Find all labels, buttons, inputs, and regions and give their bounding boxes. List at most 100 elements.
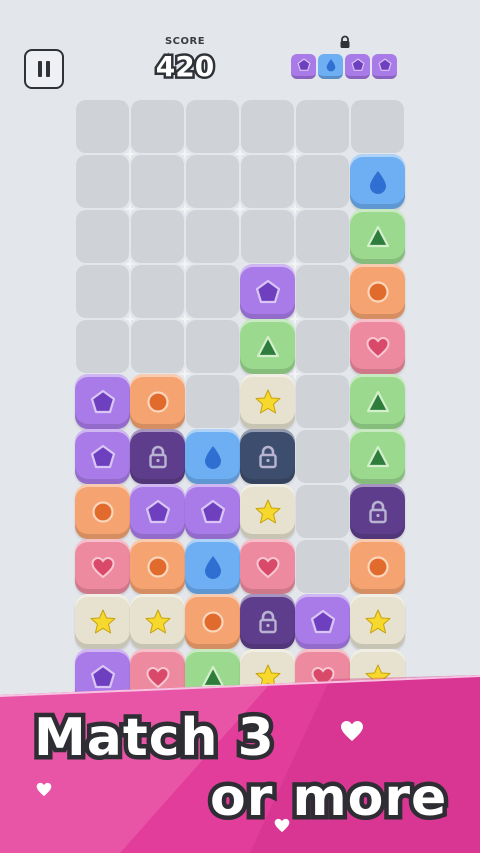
board-cell [186, 155, 239, 208]
tile-orange-circle[interactable] [350, 264, 405, 319]
tile-purple-lock[interactable] [240, 594, 295, 649]
sparkle-icon [178, 147, 192, 161]
tile-orange-circle[interactable] [350, 539, 405, 594]
board-cell [76, 320, 129, 373]
board-cell [241, 210, 294, 263]
board-cell [241, 155, 294, 208]
tile-orange-circle[interactable] [75, 484, 130, 539]
pause-icon [38, 61, 50, 77]
star-icon [255, 499, 280, 523]
triangle-icon [366, 225, 389, 247]
sparkle-icon [123, 257, 137, 271]
next-piece-purple-pentagon [345, 54, 370, 79]
board-cell [131, 210, 184, 263]
tile-purple-pentagon[interactable] [75, 429, 130, 484]
sparkle-icon [123, 312, 137, 326]
heart-decoration-icon [341, 721, 363, 741]
board-cell [76, 100, 129, 153]
heart-decoration-icon [36, 782, 52, 797]
star-icon [145, 609, 170, 633]
sparkle-icon [178, 202, 192, 216]
tile-purple-pentagon[interactable] [130, 484, 185, 539]
heart-icon [255, 556, 280, 578]
tile-orange-circle[interactable] [130, 374, 185, 429]
board-cell [131, 155, 184, 208]
sparkle-icon [123, 202, 137, 216]
pentagon-icon [90, 389, 115, 413]
tile-purple-pentagon[interactable] [240, 264, 295, 319]
pentagon-icon [90, 444, 115, 468]
lock-icon [368, 500, 387, 523]
triangle-icon [366, 445, 389, 467]
drop-icon [204, 555, 221, 579]
board-cell [186, 210, 239, 263]
board-cell [76, 155, 129, 208]
next-piece-queue [291, 54, 397, 80]
board-cell [186, 100, 239, 153]
sparkle-icon [123, 147, 137, 161]
tile-green-triangle[interactable] [350, 374, 405, 429]
tile-pink-heart[interactable] [240, 539, 295, 594]
promo-line-2: or more [205, 764, 450, 833]
heart-decoration-icon [274, 818, 290, 833]
drop-icon [369, 170, 386, 194]
pentagon-icon [310, 609, 335, 633]
promo-line-1: Match 3 [30, 704, 279, 773]
board-cell [241, 100, 294, 153]
tile-cream-star[interactable] [130, 594, 185, 649]
pentagon-icon [255, 279, 280, 303]
tile-blue-drop[interactable] [350, 154, 405, 209]
sparkle-icon [178, 367, 192, 381]
board-cell [76, 265, 129, 318]
tile-purple-pentagon[interactable] [295, 594, 350, 649]
sparkle-icon [288, 257, 302, 271]
tile-purple-pentagon[interactable] [185, 484, 240, 539]
tile-navy-lock[interactable] [240, 429, 295, 484]
tile-orange-circle[interactable] [130, 539, 185, 594]
tile-cream-star[interactable] [350, 594, 405, 649]
heart-icon [365, 336, 390, 358]
tile-cream-star[interactable] [240, 484, 295, 539]
board-cell [296, 375, 349, 428]
tile-purple-pentagon[interactable] [75, 374, 130, 429]
circle-icon [91, 500, 114, 523]
tile-purple-lock[interactable] [130, 429, 185, 484]
board-cell [296, 210, 349, 263]
lock-icon [258, 610, 277, 633]
board-cell [131, 265, 184, 318]
star-icon [90, 609, 115, 633]
lock-icon [148, 445, 167, 468]
circle-icon [366, 555, 389, 578]
sparkle-icon [288, 147, 302, 161]
triangle-icon [256, 335, 279, 357]
tile-green-triangle[interactable] [350, 209, 405, 264]
board-cell [131, 100, 184, 153]
lock-icon [338, 34, 352, 53]
tile-green-triangle[interactable] [240, 319, 295, 374]
tile-cream-star[interactable] [75, 594, 130, 649]
pentagon-icon [297, 58, 310, 71]
tile-pink-heart[interactable] [350, 319, 405, 374]
game-board[interactable] [75, 100, 406, 704]
circle-icon [146, 555, 169, 578]
lock-icon [258, 445, 277, 468]
board-cell [296, 155, 349, 208]
board-cell [186, 320, 239, 373]
circle-icon [366, 280, 389, 303]
tile-pink-heart[interactable] [75, 539, 130, 594]
circle-icon [201, 610, 224, 633]
pentagon-icon [351, 58, 364, 71]
pause-button[interactable] [24, 49, 64, 89]
tile-blue-drop[interactable] [185, 429, 240, 484]
tile-cream-star[interactable] [240, 374, 295, 429]
tile-blue-drop[interactable] [185, 539, 240, 594]
tile-purple-lock[interactable] [350, 484, 405, 539]
drop-icon [326, 59, 335, 72]
board-cell [296, 320, 349, 373]
sparkle-icon [178, 312, 192, 326]
circle-icon [146, 390, 169, 413]
pentagon-icon [200, 499, 225, 523]
tile-orange-circle[interactable] [185, 594, 240, 649]
board-cell [296, 430, 349, 483]
tile-green-triangle[interactable] [350, 429, 405, 484]
